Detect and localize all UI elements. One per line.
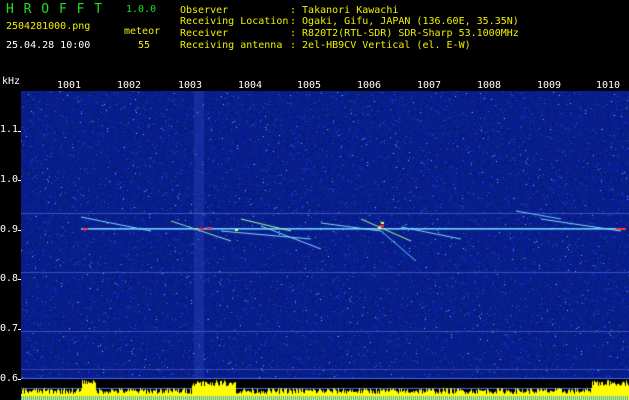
y-tick-label-1.1: 1.1 bbox=[0, 124, 19, 135]
spectrogram-canvas bbox=[21, 91, 629, 400]
x-tick-label-1008: 1008 bbox=[476, 80, 502, 91]
app-version: 1.0.0 bbox=[126, 4, 157, 15]
info-value-location: : Ogaki, Gifu, JAPAN (136.60E, 35.35N) bbox=[290, 16, 519, 27]
info-label-receiver: Receiver bbox=[180, 28, 229, 39]
spectrogram bbox=[21, 91, 629, 400]
image-filename: 2504281000.png bbox=[6, 21, 91, 32]
meteor-count: 55 bbox=[138, 40, 151, 51]
y-tick-mark bbox=[18, 180, 21, 181]
y-tick-mark bbox=[18, 230, 21, 231]
x-tick-label-1004: 1004 bbox=[237, 80, 263, 91]
x-tick-label-1009: 1009 bbox=[536, 80, 562, 91]
info-label-antenna: Receiving antenna bbox=[180, 40, 283, 51]
x-tick-label-1005: 1005 bbox=[296, 80, 322, 91]
y-axis-unit: kHz bbox=[2, 76, 21, 87]
x-tick-label-1003: 1003 bbox=[177, 80, 203, 91]
x-tick-label-1010: 1010 bbox=[595, 80, 621, 91]
app-title: H R O F F T bbox=[6, 2, 104, 17]
meteor-label: meteor bbox=[124, 26, 161, 37]
y-tick-label-0.6: 0.6 bbox=[0, 373, 19, 384]
observation-datetime: 25.04.28 10:00 bbox=[6, 40, 91, 51]
x-tick-label-1006: 1006 bbox=[356, 80, 382, 91]
y-tick-mark bbox=[18, 329, 21, 330]
x-tick-label-1001: 1001 bbox=[56, 80, 82, 91]
info-value-antenna: : 2el-HB9CV Vertical (el. E-W) bbox=[290, 40, 471, 51]
info-value-observer: : Takanori Kawachi bbox=[290, 5, 399, 16]
y-tick-label-0.8: 0.8 bbox=[0, 273, 19, 284]
y-tick-label-0.9: 0.9 bbox=[0, 224, 19, 235]
y-tick-label-1.0: 1.0 bbox=[0, 174, 19, 185]
info-label-observer: Observer bbox=[180, 5, 229, 16]
info-value-receiver: : R820T2(RTL-SDR) SDR-Sharp 53.1000MHz bbox=[290, 28, 519, 39]
x-tick-label-1002: 1002 bbox=[116, 80, 142, 91]
x-tick-label-1007: 1007 bbox=[416, 80, 442, 91]
y-tick-label-0.7: 0.7 bbox=[0, 323, 19, 334]
info-label-location: Receiving Location bbox=[180, 16, 289, 27]
y-tick-mark bbox=[18, 379, 21, 380]
y-tick-mark bbox=[18, 131, 21, 132]
y-tick-mark bbox=[18, 279, 21, 280]
